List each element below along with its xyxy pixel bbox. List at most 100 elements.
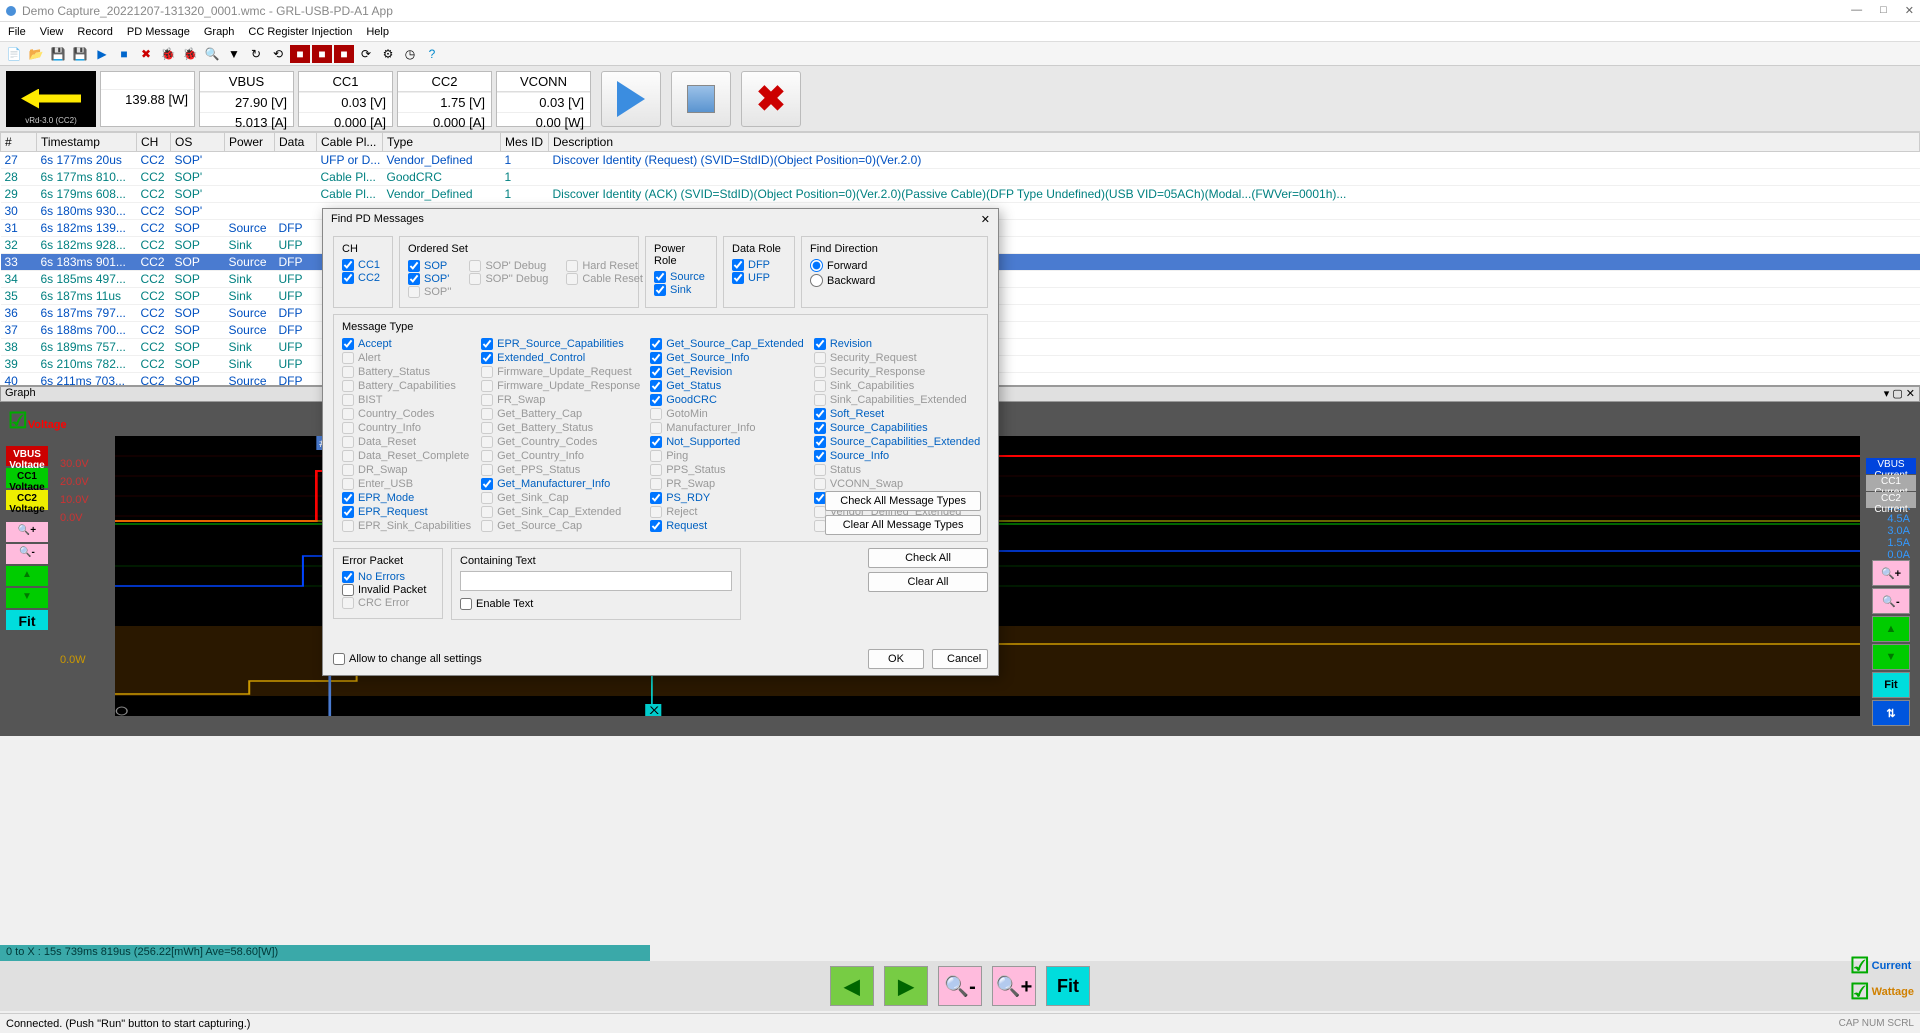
msgtype-manufacturer_info[interactable]: Manufacturer_Info — [650, 422, 804, 434]
col-header[interactable]: Timestamp — [37, 133, 137, 152]
saveas-icon[interactable]: 💾 — [70, 45, 90, 63]
msgtype-ping[interactable]: Ping — [650, 450, 804, 462]
msgtype-country_codes[interactable]: Country_Codes — [342, 408, 471, 420]
table-row[interactable]: 276s 177ms 20usCC2SOP'UFP or D...Vendor_… — [1, 152, 1920, 169]
crc-error-checkbox[interactable]: CRC Error — [342, 597, 434, 609]
down-icon[interactable]: ▼ — [1872, 644, 1910, 670]
msgtype-get_revision[interactable]: Get_Revision — [650, 366, 804, 378]
save-icon[interactable]: 💾 — [48, 45, 68, 63]
menu-cc-register-injection[interactable]: CC Register Injection — [248, 26, 352, 38]
allow-change-checkbox[interactable]: Allow to change all settings — [333, 653, 482, 665]
maximize-button[interactable]: □ — [1880, 4, 1887, 17]
msgtype-goodcrc[interactable]: GoodCRC — [650, 394, 804, 406]
msgtype-source_info[interactable]: Source_Info — [814, 450, 980, 462]
find-icon[interactable]: 🔍 — [202, 45, 222, 63]
tool-icon[interactable]: ◷ — [400, 45, 420, 63]
check-all-button[interactable]: Check All — [868, 548, 988, 568]
cc2-current-badge[interactable]: CC2 Current — [1866, 492, 1916, 508]
msgtype-get_pps_status[interactable]: Get_PPS_Status — [481, 464, 640, 476]
source-checkbox[interactable]: Source — [654, 271, 708, 283]
zoom-in-icon[interactable]: 🔍+ — [1872, 560, 1910, 586]
cc1-voltage-badge[interactable]: CC1 Voltage — [6, 468, 48, 488]
backward-radio[interactable]: Backward — [810, 274, 979, 287]
dialog-close-icon[interactable]: ✕ — [981, 213, 990, 226]
ok-button[interactable]: OK — [868, 649, 924, 669]
filter-icon[interactable]: ▼ — [224, 45, 244, 63]
col-header[interactable]: Mes ID — [501, 133, 549, 152]
msgtype-get_battery_cap[interactable]: Get_Battery_Cap — [481, 408, 640, 420]
msgtype-ps_rdy[interactable]: PS_RDY — [650, 492, 804, 504]
col-header[interactable]: Type — [383, 133, 501, 152]
tool-icon[interactable]: ⟲ — [268, 45, 288, 63]
msgtype-source_capabilities_extended[interactable]: Source_Capabilities_Extended — [814, 436, 980, 448]
msgtype-battery_status[interactable]: Battery_Status — [342, 366, 471, 378]
cable-reset-checkbox[interactable]: Cable Reset — [566, 273, 643, 285]
zoom-out-icon[interactable]: 🔍- — [938, 966, 982, 1006]
invalid-packet-checkbox[interactable]: Invalid Packet — [342, 584, 434, 596]
msgtype-accept[interactable]: Accept — [342, 338, 471, 350]
msgtype-status[interactable]: Status — [814, 464, 980, 476]
wattage-toggle[interactable]: Wattage — [1872, 986, 1914, 998]
marker-icon[interactable]: ■ — [312, 45, 332, 63]
new-icon[interactable]: 📄 — [4, 45, 24, 63]
table-row[interactable]: 286s 177ms 810...CC2SOP'Cable Pl...GoodC… — [1, 169, 1920, 186]
msgtype-get_source_info[interactable]: Get_Source_Info — [650, 352, 804, 364]
fit-button[interactable]: Fit — [6, 610, 48, 630]
col-header[interactable]: Power — [225, 133, 275, 152]
menu-view[interactable]: View — [40, 26, 64, 38]
zoom-out-icon[interactable]: 🔍- — [6, 544, 48, 564]
cc2-voltage-badge[interactable]: CC2 Voltage — [6, 490, 48, 510]
col-header[interactable]: Data — [275, 133, 317, 152]
msgtype-reject[interactable]: Reject — [650, 506, 804, 518]
marker-icon[interactable]: ■ — [290, 45, 310, 63]
sopdd-checkbox[interactable]: SOP'' Debug — [469, 273, 548, 285]
sopp-checkbox[interactable]: SOP' — [408, 273, 451, 285]
enable-text-checkbox[interactable]: Enable Text — [460, 598, 732, 610]
msgtype-alert[interactable]: Alert — [342, 352, 471, 364]
msgtype-battery_capabilities[interactable]: Battery_Capabilities — [342, 380, 471, 392]
msgtype-epr_request[interactable]: EPR_Request — [342, 506, 471, 518]
msgtype-data_reset_complete[interactable]: Data_Reset_Complete — [342, 450, 471, 462]
marker-icon[interactable]: ■ — [334, 45, 354, 63]
cancel-button[interactable]: Cancel — [932, 649, 988, 669]
msgtype-enter_usb[interactable]: Enter_USB — [342, 478, 471, 490]
open-icon[interactable]: 📂 — [26, 45, 46, 63]
up-icon[interactable]: ▲ — [1872, 616, 1910, 642]
menu-pd-message[interactable]: PD Message — [127, 26, 190, 38]
msgtype-get_source_cap_extended[interactable]: Get_Source_Cap_Extended — [650, 338, 804, 350]
msgtype-dr_swap[interactable]: DR_Swap — [342, 464, 471, 476]
tool-icon[interactable]: ↻ — [246, 45, 266, 63]
cc1-checkbox[interactable]: CC1 — [342, 259, 384, 271]
play-icon[interactable]: ▶ — [92, 45, 112, 63]
msgtype-request[interactable]: Request — [650, 520, 804, 532]
msgtype-epr_mode[interactable]: EPR_Mode — [342, 492, 471, 504]
col-header[interactable]: OS — [171, 133, 225, 152]
msgtype-get_sink_cap_extended[interactable]: Get_Sink_Cap_Extended — [481, 506, 640, 518]
msgtype-country_info[interactable]: Country_Info — [342, 422, 471, 434]
zoom-in-icon[interactable]: 🔍+ — [6, 522, 48, 542]
msgtype-security_response[interactable]: Security_Response — [814, 366, 980, 378]
msgtype-get_country_codes[interactable]: Get_Country_Codes — [481, 436, 640, 448]
tool-icon[interactable]: 🐞 — [158, 45, 178, 63]
msgtype-sink_capabilities[interactable]: Sink_Capabilities — [814, 380, 980, 392]
down-icon[interactable]: ▼ — [6, 588, 48, 608]
clear-all-types-button[interactable]: Clear All Message Types — [825, 515, 981, 535]
settings-icon[interactable]: ⚙ — [378, 45, 398, 63]
msgtype-get_sink_cap[interactable]: Get_Sink_Cap — [481, 492, 640, 504]
sop-checkbox[interactable]: SOP — [408, 260, 451, 272]
menu-help[interactable]: Help — [366, 26, 389, 38]
sink-checkbox[interactable]: Sink — [654, 284, 708, 296]
msgtype-epr_sink_capabilities[interactable]: EPR_Sink_Capabilities — [342, 520, 471, 532]
prev-icon[interactable]: ◀ — [830, 966, 874, 1006]
menu-record[interactable]: Record — [77, 26, 112, 38]
msgtype-pps_status[interactable]: PPS_Status — [650, 464, 804, 476]
vbus-voltage-badge[interactable]: VBUS Voltage — [6, 446, 48, 466]
pause-icon[interactable]: ■ — [114, 45, 134, 63]
msgtype-sink_capabilities_extended[interactable]: Sink_Capabilities_Extended — [814, 394, 980, 406]
msgtype-firmware_update_response[interactable]: Firmware_Update_Response — [481, 380, 640, 392]
forward-radio[interactable]: Forward — [810, 259, 979, 272]
col-header[interactable]: Description — [549, 133, 1920, 152]
fit-button[interactable]: Fit — [1046, 966, 1090, 1006]
no-errors-checkbox[interactable]: No Errors — [342, 571, 434, 583]
msgtype-soft_reset[interactable]: Soft_Reset — [814, 408, 980, 420]
